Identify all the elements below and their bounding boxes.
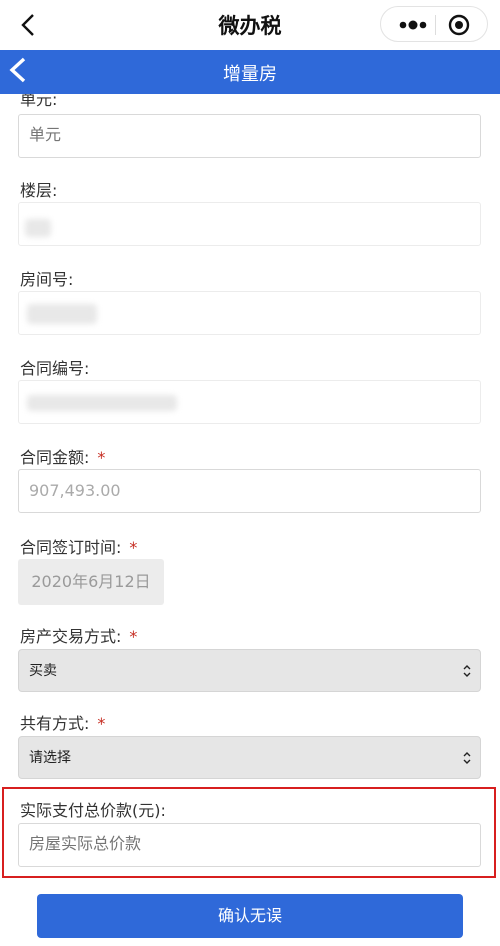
- shared-method-label: 共有方式: *: [20, 710, 105, 734]
- house-form: 单元: 楼层: 房间号: 合同编号: 合同金额: * 907,493.00 合同签…: [0, 94, 500, 946]
- shared-method-select[interactable]: 请选择: [18, 736, 481, 779]
- trade-method-value: 买卖: [29, 663, 57, 679]
- trade-method-label-text: 房产交易方式:: [20, 627, 122, 646]
- required-mark: *: [129, 627, 138, 646]
- floor-label: 楼层:: [20, 181, 58, 200]
- capsule-menu: [380, 6, 488, 42]
- floor-input[interactable]: [18, 202, 481, 246]
- contract-amount-label-text: 合同金额:: [20, 448, 90, 467]
- required-mark: *: [129, 538, 138, 557]
- sign-date-label-text: 合同签订时间:: [20, 538, 122, 557]
- contract-amount-input[interactable]: 907,493.00: [18, 469, 481, 513]
- trade-method-select[interactable]: 买卖: [18, 649, 481, 692]
- unit-input[interactable]: [18, 114, 481, 158]
- select-updown-icon: [463, 665, 471, 677]
- close-miniprogram-icon[interactable]: [447, 13, 471, 37]
- actual-total-input[interactable]: [18, 823, 481, 867]
- select-updown-icon: [463, 752, 471, 764]
- required-mark: *: [97, 714, 106, 733]
- redacted-room: [27, 304, 97, 324]
- contract-amount-label: 合同金额: *: [20, 444, 105, 468]
- contract-no-input[interactable]: [18, 380, 481, 424]
- redacted-floor: [25, 219, 51, 237]
- room-label: 房间号:: [20, 270, 74, 289]
- redacted-contract-no: [27, 395, 177, 411]
- unit-label: 单元:: [20, 94, 58, 109]
- required-mark: *: [97, 448, 106, 467]
- page-header: 增量房: [0, 50, 500, 94]
- sign-date-picker[interactable]: 2020年6月12日: [18, 559, 164, 605]
- page-title: 增量房: [223, 64, 277, 85]
- trade-method-label: 房产交易方式: *: [20, 623, 137, 647]
- capsule-divider: [435, 15, 436, 35]
- contract-no-label: 合同编号:: [20, 359, 90, 378]
- shared-method-label-text: 共有方式:: [20, 714, 90, 733]
- more-icon[interactable]: [393, 13, 433, 37]
- miniprogram-nav-bar: 微办税: [0, 0, 500, 50]
- room-input[interactable]: [18, 291, 481, 335]
- sign-date-label: 合同签订时间: *: [20, 534, 137, 558]
- confirm-button[interactable]: 确认无误: [37, 894, 463, 938]
- actual-total-label: 实际支付总价款(元):: [20, 801, 166, 820]
- shared-method-value: 请选择: [29, 750, 71, 766]
